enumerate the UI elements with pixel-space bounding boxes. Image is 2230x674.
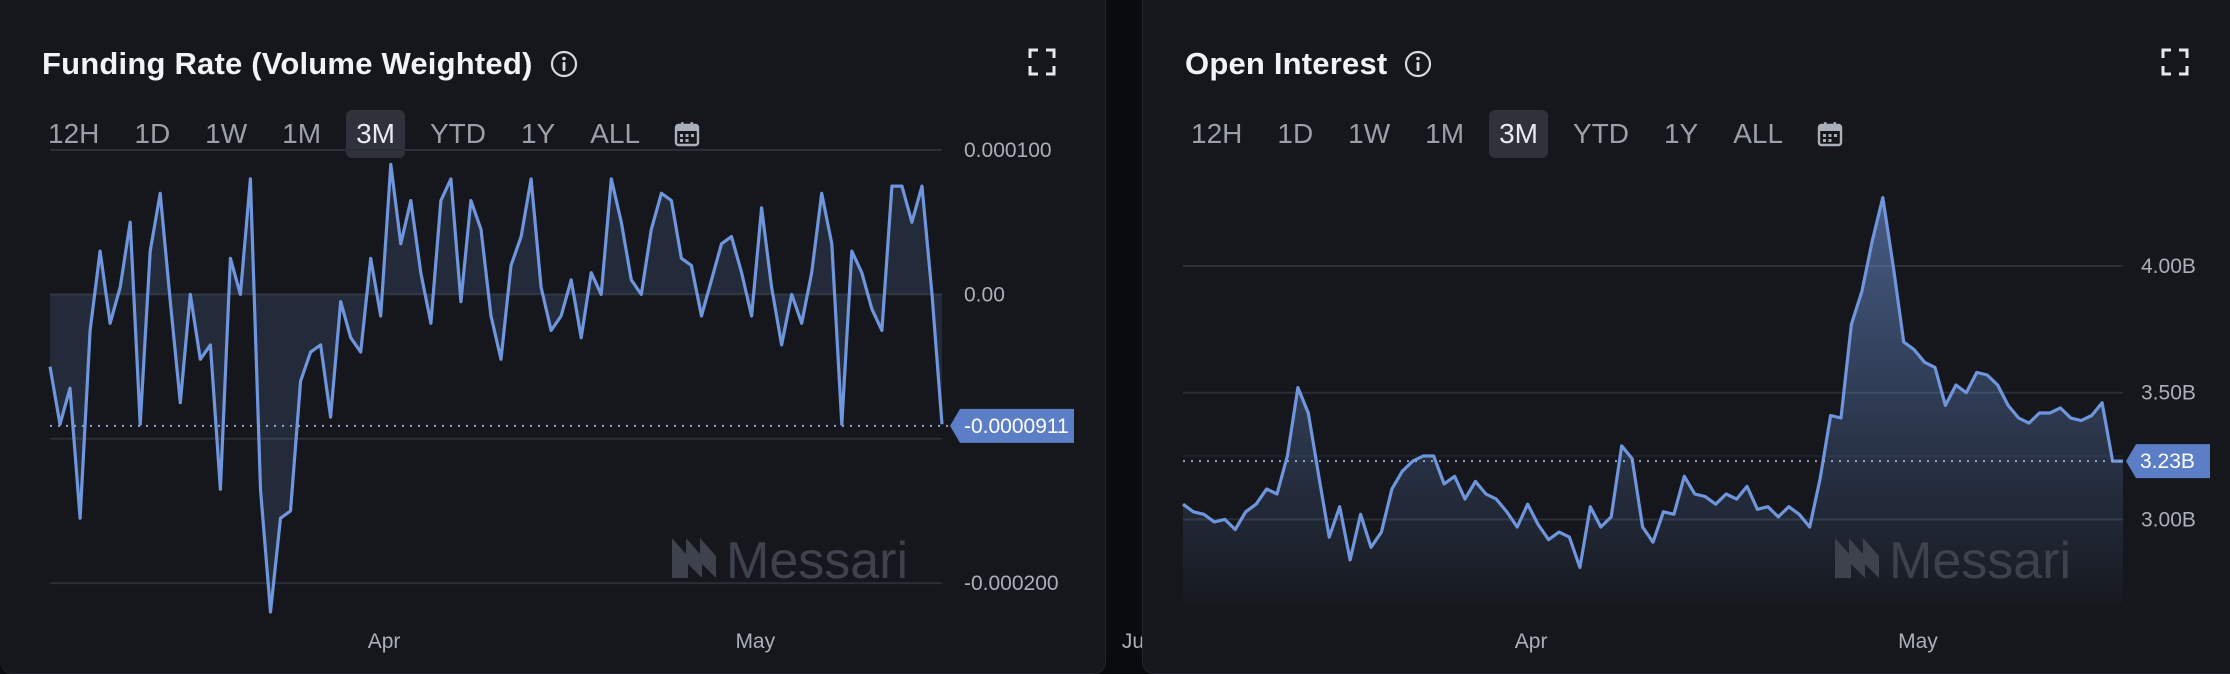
watermark-text: Messari: [726, 532, 908, 590]
y-tick-label: 3.50B: [2141, 382, 2196, 405]
funding-rate-panel: Funding Rate (Volume Weighted) 12H 1D 1W…: [0, 0, 1156, 674]
funding-rate-chart: 0.0001000.00-0.000200Apr May JunMessari-0.…: [48, 139, 1156, 653]
y-tick-label: 0.000100: [964, 139, 1052, 162]
y-tick-label: 3.00B: [2141, 508, 2196, 531]
open-interest-panel: Open Interest 12H 1D 1W 1M 3M YTD 1Y ALL…: [1142, 0, 2230, 674]
open-interest-chart: 4.00B3.50B3.00BAprMayJunMessari3.23B: [1182, 196, 2210, 653]
watermark-text: Messari: [1889, 532, 2071, 590]
x-tick-label: May: [735, 630, 775, 653]
messari-logo-icon: [672, 538, 716, 578]
x-tick-label: Apr: [1515, 630, 1548, 653]
y-tick-label: -0.000200: [964, 572, 1059, 595]
y-tick-label: 4.00B: [2141, 255, 2196, 278]
watermark-logo: Messari: [672, 532, 908, 590]
x-tick-label: May: [1898, 630, 1938, 653]
x-tick-label: Apr: [368, 630, 401, 653]
y-tick-label: 0.00: [964, 283, 1005, 306]
current-value-label: -0.0000911: [964, 415, 1069, 438]
current-value-label: 3.23B: [2140, 450, 2195, 473]
